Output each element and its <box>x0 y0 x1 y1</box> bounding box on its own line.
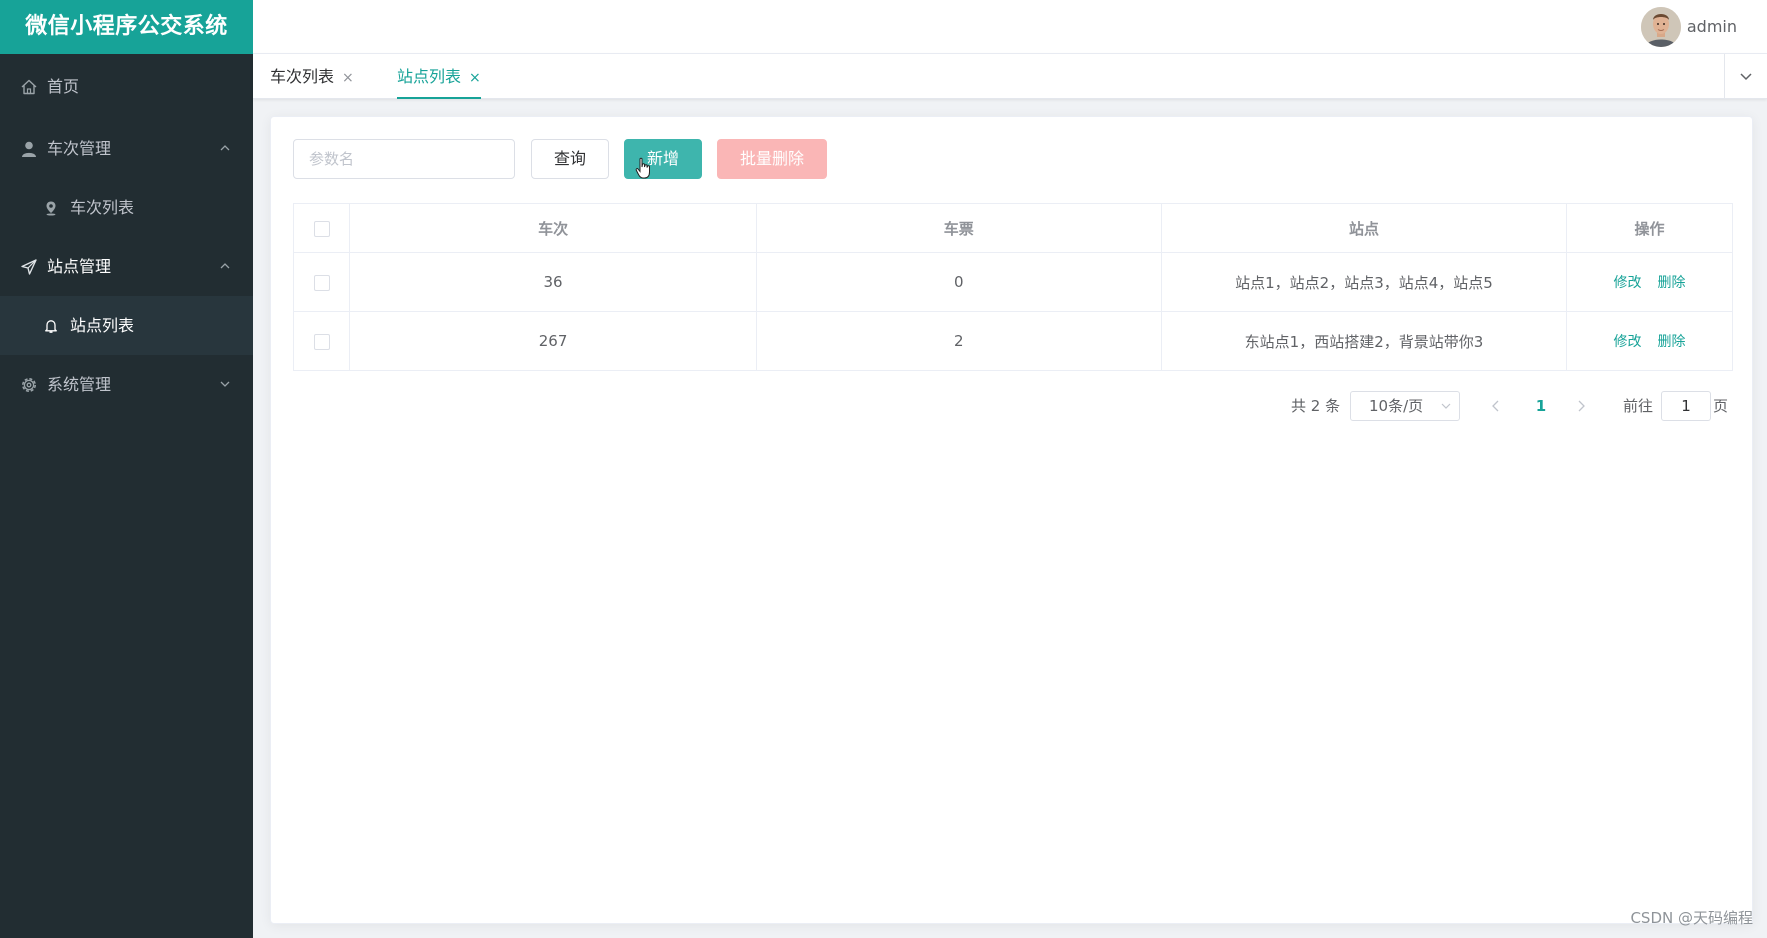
sidebar-item-trip-management[interactable]: 车次管理 <box>0 119 253 178</box>
sidebar-item-home[interactable]: 首页 <box>0 54 253 119</box>
main-card: 查询 新增 批量删除 车次 车票 站点 操作 36 0 <box>270 116 1753 924</box>
user-icon <box>22 141 36 157</box>
watermark: CSDN @天码编程 <box>1630 909 1753 927</box>
actions-cell: 修改 删除 <box>1566 311 1733 371</box>
location-icon <box>46 201 56 215</box>
close-icon[interactable]: × <box>342 56 354 101</box>
stations-cell: 东站点1，西站搭建2，背景站带你3 <box>1160 311 1568 371</box>
avatar-image <box>1641 7 1681 47</box>
table-row: 36 0 站点1，站点2，站点3，站点4，站点5 修改 删除 <box>292 252 1733 312</box>
select-all-cell <box>292 203 351 253</box>
tab-trip-list[interactable]: 车次列表 × <box>270 54 354 99</box>
tab-label: 站点列表 <box>397 67 462 86</box>
sidebar-item-label: 系统管理 <box>47 375 112 394</box>
trip-cell: 36 <box>349 252 757 312</box>
sidebar-item-label: 车次管理 <box>47 139 112 158</box>
delete-link[interactable]: 删除 <box>1658 272 1686 292</box>
tab-label: 车次列表 <box>270 67 335 86</box>
send-icon <box>21 258 37 275</box>
column-header-trip: 车次 <box>349 203 757 253</box>
stations-cell: 站点1，站点2，站点3，站点4，站点5 <box>1160 252 1568 312</box>
gear-icon <box>22 377 36 392</box>
row-checkbox[interactable] <box>313 333 330 350</box>
chevron-down-icon <box>1441 403 1451 409</box>
tabs-dropdown-button[interactable] <box>1724 54 1767 98</box>
page-number-current[interactable]: 1 <box>1531 391 1551 421</box>
tab-station-list[interactable]: 站点列表 × <box>397 54 481 99</box>
page-size-select[interactable]: 10条/页 <box>1350 391 1460 421</box>
sidebar-item-trip-list[interactable]: 车次列表 <box>0 178 253 237</box>
select-all-checkbox[interactable] <box>313 220 330 237</box>
ticket-cell: 2 <box>755 311 1162 371</box>
edit-link[interactable]: 修改 <box>1614 331 1642 351</box>
sidebar-item-station-list[interactable]: 站点列表 <box>0 296 253 355</box>
column-header-ticket: 车票 <box>755 203 1162 253</box>
column-header-actions: 操作 <box>1566 203 1733 253</box>
edit-link[interactable]: 修改 <box>1614 272 1642 292</box>
sidebar-item-label: 站点管理 <box>47 257 112 276</box>
table-header-row: 车次 车票 站点 操作 <box>292 203 1733 253</box>
batch-delete-button[interactable]: 批量删除 <box>717 139 827 179</box>
avatar[interactable] <box>1641 7 1681 47</box>
goto-page-input[interactable] <box>1661 391 1711 421</box>
row-select-cell <box>292 252 351 312</box>
row-select-cell <box>292 311 351 371</box>
page-size-value: 10条/页 <box>1369 397 1424 415</box>
prev-page-button[interactable] <box>1489 391 1503 421</box>
bell-icon <box>45 319 57 333</box>
sidebar-item-label: 车次列表 <box>70 198 135 217</box>
home-icon <box>21 79 37 94</box>
query-button[interactable]: 查询 <box>531 139 609 179</box>
hand-cursor-icon <box>635 157 650 179</box>
next-page-button[interactable] <box>1574 391 1588 421</box>
page-unit-label: 页 <box>1713 397 1729 415</box>
pagination-total: 共 2 条 <box>1291 397 1341 415</box>
close-icon[interactable]: × <box>469 56 481 101</box>
chevron-down-icon <box>220 381 230 387</box>
goto-label: 前往 <box>1623 397 1654 415</box>
chevron-right-icon <box>1578 400 1585 412</box>
tabs-bar: 车次列表 × 站点列表 × <box>253 54 1767 99</box>
table-row: 267 2 东站点1，西站搭建2，背景站带你3 修改 删除 <box>292 311 1733 371</box>
chevron-up-icon <box>220 262 230 268</box>
actions-cell: 修改 删除 <box>1566 252 1733 312</box>
sidebar-item-label: 站点列表 <box>70 316 135 335</box>
top-header: admin <box>253 0 1767 54</box>
app-title: 微信小程序公交系统 <box>0 0 253 54</box>
delete-link[interactable]: 删除 <box>1658 331 1686 351</box>
row-checkbox[interactable] <box>313 274 330 291</box>
column-header-stations: 站点 <box>1160 203 1568 253</box>
ticket-cell: 0 <box>755 252 1162 312</box>
trip-cell: 267 <box>349 311 757 371</box>
sidebar-item-station-management[interactable]: 站点管理 <box>0 237 253 296</box>
chevron-up-icon <box>220 144 230 150</box>
data-table: 车次 车票 站点 操作 36 0 站点1，站点2，站点3，站点4，站点5 修改删… <box>292 203 1733 371</box>
chevron-left-icon <box>1492 400 1499 412</box>
sidebar-item-system-management[interactable]: 系统管理 <box>0 355 253 414</box>
sidebar: 微信小程序公交系统 首页 车次管理 车次列表 站点管理 站点列表 系统管理 <box>0 0 253 938</box>
search-input[interactable] <box>293 139 515 179</box>
username[interactable]: admin <box>1687 0 1737 54</box>
sidebar-item-label: 首页 <box>47 77 80 96</box>
chevron-down-icon <box>1740 73 1752 81</box>
